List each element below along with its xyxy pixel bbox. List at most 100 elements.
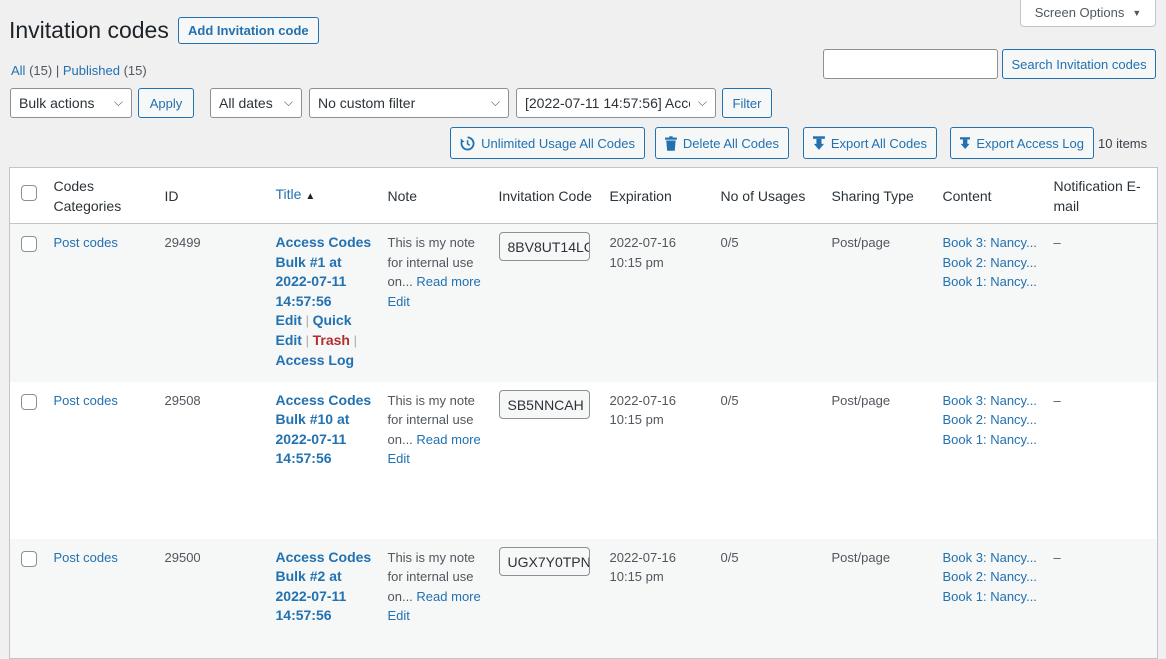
search-button[interactable]: Search Invitation codes (1002, 49, 1156, 79)
expiration-date: 2022-07-16 (609, 235, 677, 250)
screen-options-button[interactable]: Screen Options ▼ (1020, 0, 1156, 27)
expiration-date: 2022-07-16 (609, 392, 677, 408)
delete-all-codes-button[interactable]: Delete All Codes (655, 127, 789, 159)
invitation-code-field[interactable]: SB5NNCAH (498, 389, 590, 419)
custom-filter-select[interactable]: No custom filter ⌵ (309, 88, 509, 118)
content-link[interactable]: Book 2: Nancy... (943, 567, 1044, 587)
export-codes-label: Export All Codes (830, 135, 927, 151)
category-link[interactable]: Post codes (54, 393, 118, 408)
category-link[interactable]: Post codes (54, 235, 118, 250)
batch-select[interactable]: [2022-07-11 14:57:56] Access Codes Bulk⌵ (516, 88, 716, 118)
export-icon (813, 135, 825, 150)
notification-email: – (1053, 538, 1158, 659)
invitation-code-field[interactable]: UGX7Y0TPN (498, 546, 590, 576)
col-expiration: Expiration (609, 167, 721, 224)
col-code: Invitation Code (498, 167, 610, 224)
col-id[interactable]: ID (164, 167, 276, 224)
chevron-down-icon: ⌵ (694, 95, 707, 110)
view-all-link[interactable]: All (15) (11, 63, 52, 78)
table-row: Post codes 29499 Access Codes Bulk #1 at… (9, 223, 1158, 382)
views-filter: All (15) | Published (15) (11, 63, 147, 78)
export-icon (960, 136, 971, 149)
filter-button[interactable]: Filter (722, 88, 772, 118)
content-link[interactable]: Book 3: Nancy... (943, 548, 1044, 568)
row-checkbox[interactable] (21, 550, 37, 567)
read-more-link[interactable]: Read more (416, 589, 480, 604)
row-checkbox[interactable] (21, 236, 37, 252)
unlimited-usage-button[interactable]: Unlimited Usage All Codes (450, 127, 645, 159)
col-sharing: Sharing Type (831, 167, 943, 224)
code-id: 29500 (164, 538, 276, 659)
read-more-link[interactable]: Read more (416, 274, 480, 289)
usages: 0/5 (720, 392, 739, 408)
bulk-actions-select[interactable]: Bulk actions ⌵ (10, 88, 132, 118)
add-invitation-code-button[interactable]: Add Invitation code (178, 17, 319, 44)
sharing-type: Post/page (831, 223, 943, 382)
note-edit-link[interactable]: Edit (388, 608, 410, 623)
chevron-down-icon: ⌵ (280, 95, 293, 110)
export-all-codes-button[interactable]: Export All Codes (803, 127, 937, 159)
notification-email: – (1053, 223, 1158, 382)
page-title: Invitation codes (9, 17, 169, 43)
access-log-link[interactable]: Access Log (276, 352, 355, 368)
content-link[interactable]: Book 2: Nancy... (943, 253, 1044, 273)
table-row: Post codes 29508 Access Codes Bulk #10 a… (10, 382, 1158, 539)
col-title[interactable]: Title ▲ (275, 167, 388, 224)
title-link[interactable]: Access Codes Bulk #2 at 2022-07-11 14:57… (276, 548, 378, 626)
code-id: 29499 (164, 223, 276, 382)
col-categories[interactable]: Codes Categories (53, 167, 165, 224)
apply-button[interactable]: Apply (138, 88, 194, 118)
read-more-link[interactable]: Read more (416, 432, 480, 447)
expiration-time: 10:15 pm (609, 412, 664, 428)
content-link[interactable]: Book 3: Nancy... (943, 391, 1044, 411)
export-log-label: Export Access Log (976, 135, 1084, 151)
select-all-checkbox[interactable] (21, 185, 37, 201)
search-input[interactable] (823, 49, 998, 79)
content-link[interactable]: Book 1: Nancy... (943, 430, 1044, 450)
category-link[interactable]: Post codes (54, 550, 118, 565)
invitation-codes-table: Codes Categories ID Title ▲ Note Invitat… (9, 167, 1158, 659)
col-content: Content (942, 167, 1054, 224)
content-link[interactable]: Book 2: Nancy... (943, 410, 1044, 430)
code-id: 29508 (164, 392, 201, 408)
col-usages: No of Usages (720, 167, 832, 224)
history-icon (460, 136, 475, 150)
dates-select[interactable]: All dates ⌵ (210, 88, 302, 118)
title-link[interactable]: Access Codes Bulk #1 at 2022-07-11 14:57… (276, 233, 378, 311)
expiration-time: 10:15 pm (609, 569, 664, 585)
view-published-link[interactable]: Published (15) (63, 63, 147, 78)
col-notification: Notification E-mail (1053, 167, 1158, 224)
caret-down-icon: ▼ (1132, 7, 1142, 18)
usages: 0/5 (720, 538, 832, 659)
unlimited-label: Unlimited Usage All Codes (481, 135, 635, 151)
sharing-type: Post/page (831, 392, 891, 408)
items-count: 10 items (1098, 136, 1148, 151)
note-edit-link[interactable]: Edit (388, 451, 410, 466)
col-note: Note (387, 167, 499, 224)
content-link[interactable]: Book 1: Nancy... (943, 587, 1044, 607)
table-row: Post codes 29500 Access Codes Bulk #2 at… (9, 538, 1158, 659)
notification-email: – (1053, 392, 1061, 408)
expiration-time: 10:15 pm (609, 254, 664, 270)
sharing-type: Post/page (831, 538, 943, 659)
sort-ascending-icon: ▲ (305, 191, 316, 202)
trash-link[interactable]: Trash (313, 332, 350, 348)
content-link[interactable]: Book 3: Nancy... (943, 233, 1044, 253)
invitation-code-field[interactable]: 8BV8UT14LC (498, 232, 590, 261)
table-header: Codes Categories ID Title ▲ Note Invitat… (9, 167, 1158, 224)
expiration-date: 2022-07-16 (609, 549, 677, 565)
row-actions: Edit | Quick Edit | Trash | Access Log (275, 312, 357, 368)
usages: 0/5 (720, 223, 832, 382)
chevron-down-icon: ⌵ (110, 95, 123, 110)
separator: | (55, 63, 60, 78)
trash-icon (665, 135, 677, 151)
row-checkbox[interactable] (21, 393, 37, 410)
export-access-log-button[interactable]: Export Access Log (950, 127, 1094, 159)
delete-label: Delete All Codes (682, 135, 779, 151)
content-link[interactable]: Book 1: Nancy... (943, 272, 1044, 292)
screen-options-label: Screen Options (1034, 5, 1125, 20)
title-link[interactable]: Access Codes Bulk #10 at 2022-07-11 14:5… (276, 391, 378, 469)
note-edit-link[interactable]: Edit (388, 294, 410, 309)
edit-link[interactable]: Edit (276, 312, 302, 328)
chevron-down-icon: ⌵ (487, 95, 500, 110)
